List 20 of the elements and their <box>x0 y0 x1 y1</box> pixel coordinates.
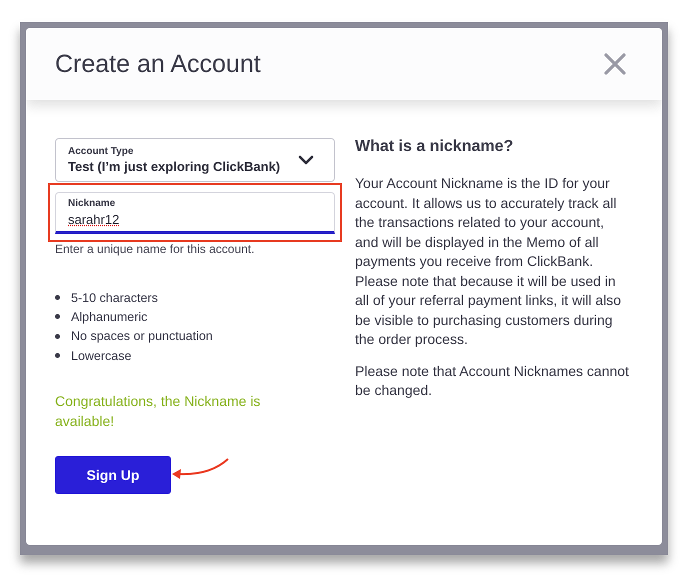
field-label: Nickname <box>68 198 116 209</box>
close-icon[interactable] <box>604 53 626 75</box>
help-heading: What is a nickname? <box>355 138 514 156</box>
field-hint: Enter a unique name for this account. <box>55 242 256 256</box>
bullet-icon <box>55 314 60 320</box>
bullet-icon <box>55 334 60 339</box>
rule-text: No spaces or punctuation <box>71 329 213 344</box>
dialog-title: Create an Account <box>55 50 261 78</box>
rule-text: 5-10 characters <box>71 290 158 305</box>
availability-message: Congratulations, the Nickname is available! <box>55 392 262 432</box>
rule-text: Lowercase <box>71 348 132 363</box>
chevron-down-icon <box>298 155 314 165</box>
bullet-icon <box>55 353 60 358</box>
rule-text: Alphanumeric <box>71 310 148 324</box>
account-type-dropdown[interactable]: Account Type Test (I’m just exploring ClickBank) <box>55 138 335 182</box>
arrow-icon <box>171 457 231 482</box>
help-paragraph: Please note that Account Nicknames cannot be changed. <box>355 362 630 400</box>
sign-up-button[interactable]: Sign Up <box>55 456 171 494</box>
bullet-icon <box>55 295 60 300</box>
help-paragraph: Your Account Nickname is the ID for your account. It allows us to accurately track all the transactions related to your account, and will be displayed in the Memo of all payments you receive from ClickBank. Please note that because it will be used in all of your referral payment links, it will also be visible to purchasing customers during the order process. <box>355 174 622 349</box>
